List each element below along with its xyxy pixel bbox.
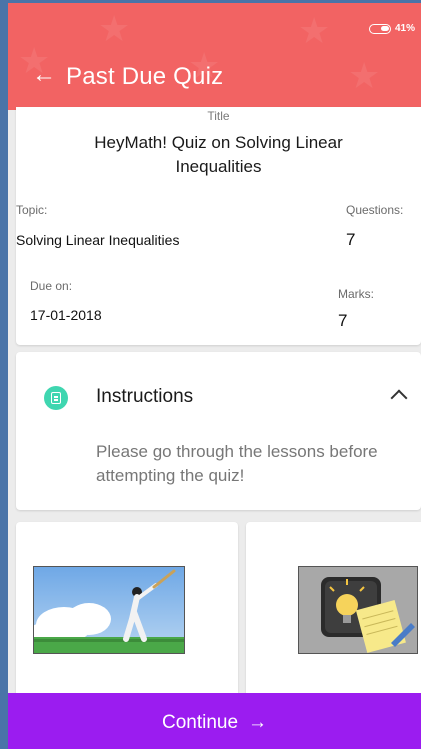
lightbulb-notepad-image	[298, 566, 418, 654]
app-header: ★ ★ ★ ★ ★ 41% ← Past Due Quiz	[8, 3, 421, 110]
decor-star: ★	[348, 55, 381, 96]
cricket-batsman-image	[33, 566, 185, 654]
status-bar: 41%	[368, 23, 415, 34]
arrow-right-icon: →	[248, 711, 268, 733]
page-title: Past Due Quiz	[66, 63, 224, 90]
chevron-up-icon[interactable]	[390, 389, 408, 407]
cricket-illustration	[34, 567, 184, 653]
app-screen: ★ ★ ★ ★ ★ 41% ← Past Due Quiz Title HeyM…	[0, 0, 421, 749]
lightbulb-illustration	[299, 567, 417, 653]
lesson-tile-1[interactable]	[16, 522, 238, 702]
topic-value: Solving Linear Inequalities	[16, 232, 180, 248]
document-glyph	[51, 392, 61, 404]
continue-button[interactable]: Continue →	[8, 693, 421, 749]
back-arrow-icon[interactable]: ←	[32, 63, 56, 87]
lesson-tile-2[interactable]	[246, 522, 421, 702]
topic-label: Topic:	[16, 203, 48, 217]
title-label: Title	[207, 109, 230, 123]
decor-star: ★	[98, 8, 131, 49]
instructions-title: Instructions	[96, 386, 194, 407]
quiz-info-card: Title HeyMath! Quiz on Solving Linear In…	[16, 107, 421, 345]
continue-label: Continue	[161, 711, 239, 733]
battery-icon	[368, 23, 391, 34]
questions-label: Questions:	[346, 203, 404, 217]
battery-percent: 41%	[394, 23, 415, 34]
document-icon	[44, 386, 68, 410]
quiz-title: HeyMath! Quiz on Solving Linear Inequali…	[94, 133, 343, 176]
instructions-card[interactable]: Instructions Please go through the lesso…	[16, 352, 421, 510]
instructions-text: Please go through the lessons before att…	[96, 442, 378, 485]
questions-value: 7	[346, 230, 356, 249]
decor-star: ★	[298, 10, 331, 51]
